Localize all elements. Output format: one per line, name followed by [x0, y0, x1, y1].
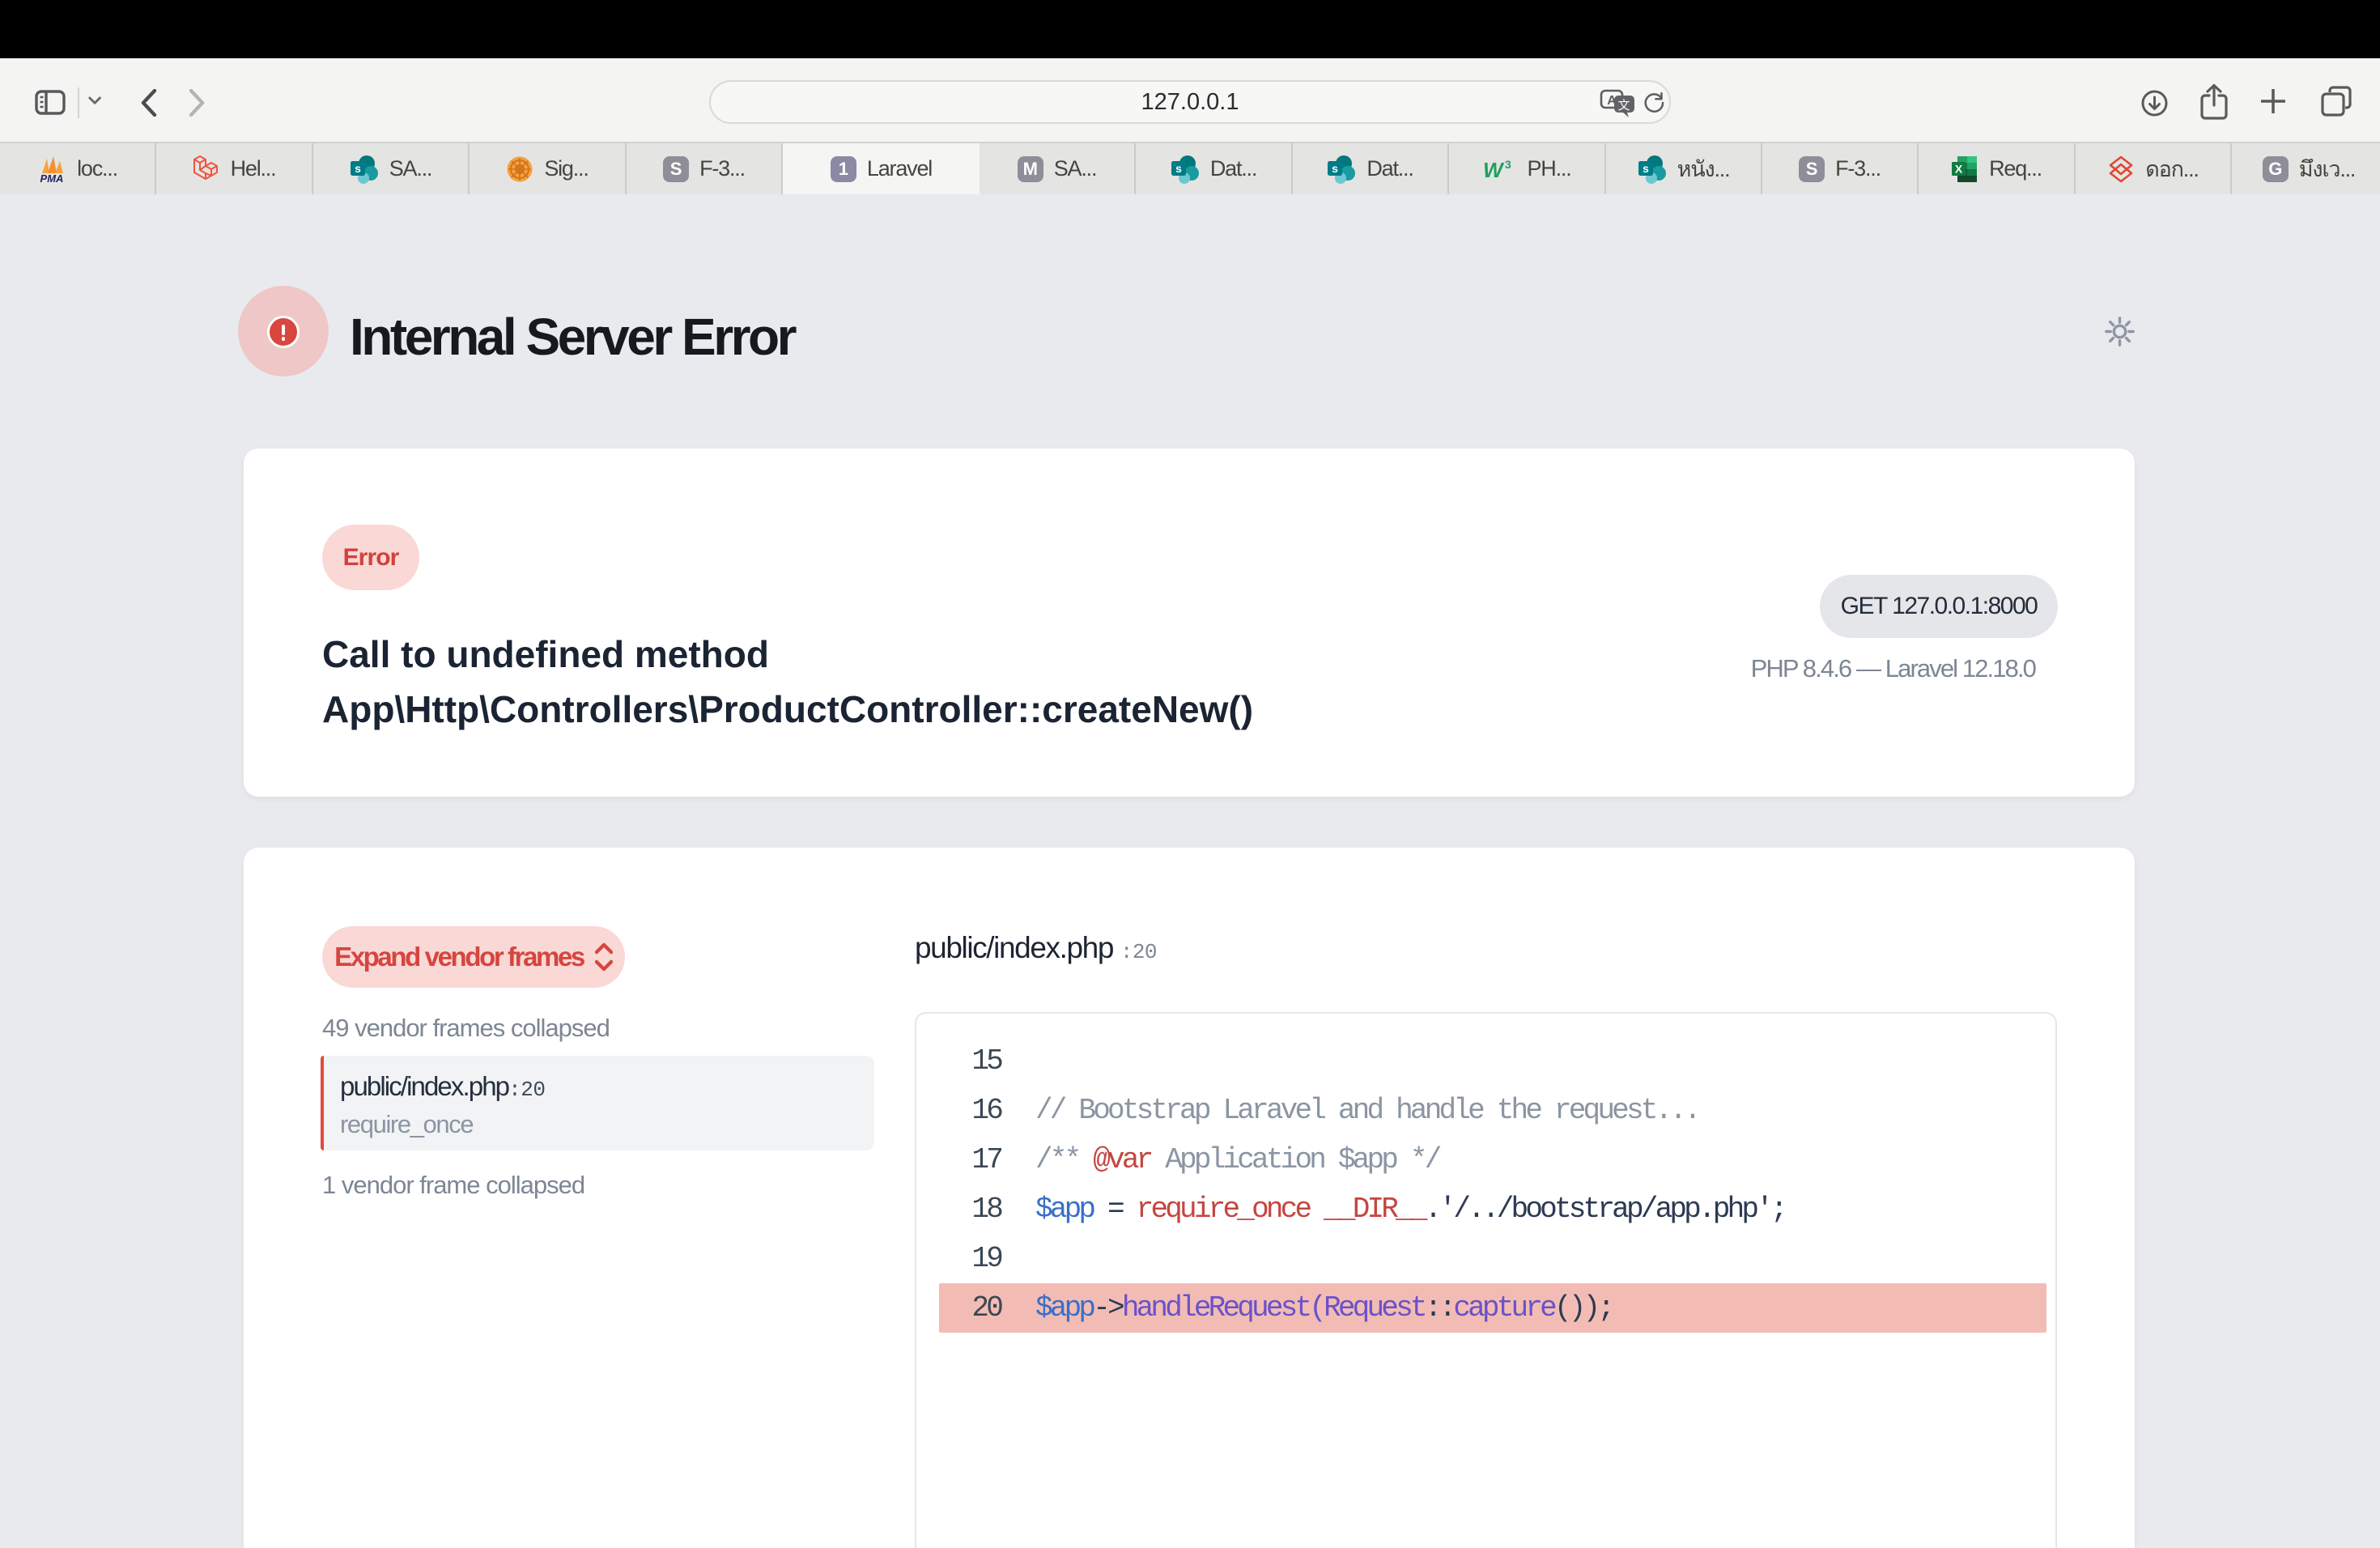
- svg-text:s: s: [355, 162, 361, 175]
- svg-text:s: s: [1175, 162, 1182, 175]
- svg-text:3: 3: [1505, 158, 1511, 171]
- svg-text:文: 文: [1617, 99, 1630, 113]
- svg-text:PMA: PMA: [40, 172, 64, 183]
- svg-text:X: X: [1955, 162, 1963, 175]
- svg-text:s: s: [1332, 162, 1338, 175]
- svg-text:s: s: [1643, 162, 1649, 175]
- svg-text:W: W: [1483, 158, 1505, 181]
